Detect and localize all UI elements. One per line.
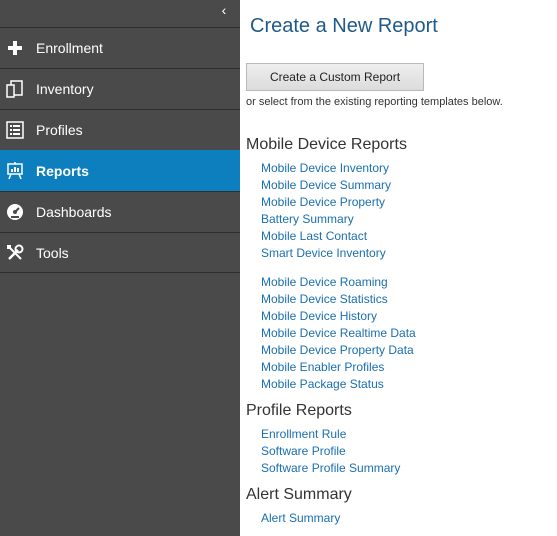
list-icon <box>6 121 24 139</box>
mobile-device-reports-list-1: Mobile Device Inventory Mobile Device Su… <box>261 160 391 262</box>
sidebar-item-label: Inventory <box>36 81 94 97</box>
report-link-mobile-device-summary[interactable]: Mobile Device Summary <box>261 177 391 194</box>
section-title-mobile-device-reports: Mobile Device Reports <box>246 136 407 153</box>
main-content: Create a New Report Create a Custom Repo… <box>246 0 557 536</box>
sidebar-item-label: Tools <box>36 244 69 261</box>
devices-icon <box>6 80 24 98</box>
section-title-alert-summary: Alert Summary <box>246 486 352 503</box>
sidebar-item-label: Dashboards <box>36 204 112 220</box>
report-link-mobile-package-status[interactable]: Mobile Package Status <box>261 376 416 393</box>
chevron-left-icon: ‹ <box>221 2 227 18</box>
report-link-software-profile[interactable]: Software Profile <box>261 443 400 460</box>
report-link-mobile-enabler-profiles[interactable]: Mobile Enabler Profiles <box>261 359 416 376</box>
sidebar-item-label: Reports <box>36 163 89 179</box>
report-link-battery-summary[interactable]: Battery Summary <box>261 211 391 228</box>
report-link-mobile-device-roaming[interactable]: Mobile Device Roaming <box>261 274 416 291</box>
section-title-profile-reports: Profile Reports <box>246 402 352 419</box>
presentation-icon <box>6 162 24 180</box>
report-link-smart-device-inventory[interactable]: Smart Device Inventory <box>261 245 391 262</box>
report-link-mobile-device-inventory[interactable]: Mobile Device Inventory <box>261 160 391 177</box>
report-link-mobile-last-contact[interactable]: Mobile Last Contact <box>261 228 391 245</box>
sidebar-item-tools[interactable]: Tools <box>0 232 240 273</box>
app-root: ‹ Enrollment Inventory Profiles Reports … <box>0 0 557 536</box>
profile-reports-list: Enrollment Rule Software Profile Softwar… <box>261 426 400 477</box>
report-link-mobile-device-realtime-data[interactable]: Mobile Device Realtime Data <box>261 325 416 342</box>
sidebar-item-reports[interactable]: Reports <box>0 150 240 191</box>
report-link-alert-summary[interactable]: Alert Summary <box>261 510 340 527</box>
sidebar: ‹ Enrollment Inventory Profiles Reports … <box>0 0 240 536</box>
report-link-mobile-device-history[interactable]: Mobile Device History <box>261 308 416 325</box>
sidebar-item-inventory[interactable]: Inventory <box>0 68 240 109</box>
alert-summary-list: Alert Summary <box>261 510 340 527</box>
report-link-mobile-device-property[interactable]: Mobile Device Property <box>261 194 391 211</box>
sidebar-item-label: Enrollment <box>36 40 103 56</box>
page-title: Create a New Report <box>250 15 438 37</box>
report-link-software-profile-summary[interactable]: Software Profile Summary <box>261 460 400 477</box>
sidebar-item-dashboards[interactable]: Dashboards <box>0 191 240 232</box>
template-hint: or select from the existing reporting te… <box>246 96 503 108</box>
sidebar-item-enrollment[interactable]: Enrollment <box>0 27 240 68</box>
sidebar-item-label: Profiles <box>36 122 83 138</box>
wrench-icon <box>6 244 24 262</box>
sidebar-item-profiles[interactable]: Profiles <box>0 109 240 150</box>
mobile-device-reports-list-2: Mobile Device Roaming Mobile Device Stat… <box>261 274 416 393</box>
report-link-enrollment-rule[interactable]: Enrollment Rule <box>261 426 400 443</box>
sidebar-nav: Enrollment Inventory Profiles Reports Da… <box>0 27 240 273</box>
create-custom-report-button[interactable]: Create a Custom Report <box>246 63 424 91</box>
report-link-mobile-device-property-data[interactable]: Mobile Device Property Data <box>261 342 416 359</box>
plus-icon <box>6 39 24 57</box>
gauge-icon <box>6 203 24 221</box>
report-link-mobile-device-statistics[interactable]: Mobile Device Statistics <box>261 291 416 308</box>
collapse-sidebar-button[interactable]: ‹ <box>216 2 232 18</box>
